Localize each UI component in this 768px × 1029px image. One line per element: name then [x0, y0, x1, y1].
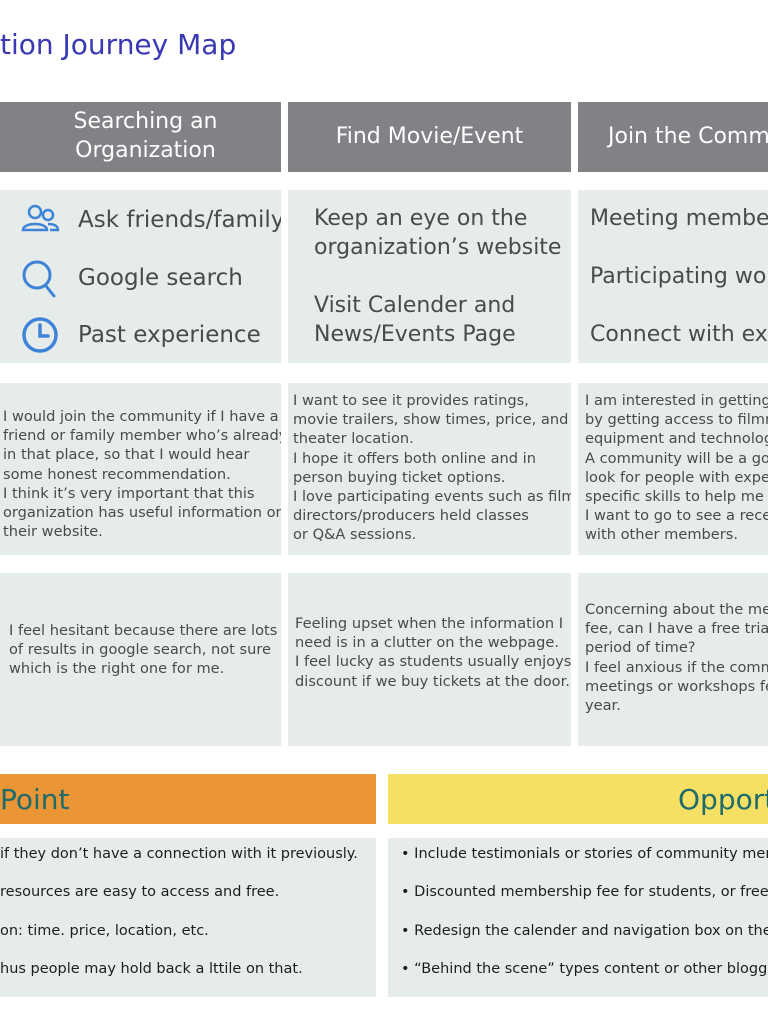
text-line: in that place, so that I would hear	[3, 446, 250, 464]
touchpoint-label: Ask friends/family	[78, 207, 281, 233]
pain-point-item: hus people may hold back a lttile on tha…	[0, 961, 303, 977]
text-line: I think it’s very important that this	[3, 484, 255, 502]
pain-point-list: if they don’t have a connection with it …	[0, 838, 376, 997]
touchpoints-cell-2: Keep an eye on the organization’s websit…	[288, 190, 571, 363]
text-line: with other members.	[585, 526, 739, 544]
touchpoints-cell-3: Meeting member Participating wor Connect…	[578, 190, 768, 363]
text-line: I hope it offers both online and in	[293, 449, 536, 467]
text-line: of results in google search, not sure	[9, 641, 272, 659]
text-line: I feel lucky as students usually enjoys	[295, 653, 571, 671]
text-line: I feel hesitant because there are lots	[9, 622, 278, 639]
feeling-text: I feel hesitant because there are lots of…	[9, 621, 277, 679]
feeling-cell-2: Feeling upset when the information I need…	[288, 573, 571, 746]
opportunity-item: • Discounted membership fee for students…	[401, 884, 768, 900]
text-line: I want to go to see a recen	[585, 507, 768, 525]
text-line: movie trailers, show times, price, and	[293, 411, 569, 429]
touchpoint-line	[590, 233, 768, 262]
text-line: person buying ticket options.	[293, 468, 506, 486]
thinking-cell-1: I would join the community if I have a fr…	[0, 383, 281, 555]
text-line: theater location.	[293, 430, 414, 448]
text-line: period of time?	[585, 639, 696, 657]
feeling-text: Concerning about the me fee, can I have a…	[585, 600, 768, 715]
search-icon	[22, 260, 56, 298]
text-line: I feel anxious if the comm	[585, 658, 768, 676]
stage-header-searching: Searching an Organization	[0, 102, 281, 172]
text-line: A community will be a goo	[585, 449, 768, 467]
touchpoint-label: Google search	[78, 265, 243, 291]
people-icon	[21, 204, 60, 232]
text-line: which is the right one for me.	[9, 660, 225, 678]
text-line: some honest recommendation.	[3, 465, 231, 483]
opportunity-header: Opport	[388, 774, 768, 824]
pain-point-item: resources are easy to access and free.	[0, 884, 280, 900]
text-line: Feeling upset when the information I	[295, 615, 564, 632]
touchpoint-label: Past experience	[78, 322, 261, 348]
touchpoint-line: Visit Calender and	[314, 293, 516, 318]
touchpoint-line	[590, 291, 768, 320]
text-line: fee, can I have a free trial	[585, 620, 768, 638]
text-line: their website.	[3, 523, 103, 541]
text-line: I love participating events such as film	[293, 488, 571, 506]
text-line: I want to see it provides ratings,	[293, 392, 529, 409]
stage-header-find-movie: Find Movie/Event	[288, 102, 571, 172]
text-line: look for people with exper	[585, 468, 768, 486]
thinking-text: I would join the community if I have a fr…	[3, 407, 281, 541]
touchpoint-item: Ask friends/family	[18, 198, 281, 242]
touchpoint-line: News/Events Page	[314, 322, 516, 347]
stage-header-label: Searching an Organization	[73, 109, 218, 163]
stage-header-label: Find Movie/Event	[335, 123, 524, 149]
page-title: tion Journey Map	[0, 28, 237, 61]
pain-point-header: Point	[0, 774, 376, 824]
thinking-cell-3: I am interested in getting by getting acc…	[578, 383, 768, 555]
text-line: specific skills to help me b	[585, 488, 768, 506]
text-line: I am interested in getting	[585, 392, 768, 409]
touchpoint-line: organization’s website	[314, 235, 562, 260]
stage-header-label: Join the Comm	[608, 123, 768, 149]
feeling-text: Feeling upset when the information I need…	[295, 614, 571, 691]
opportunity-list: • Include testimonials or stories of com…	[388, 838, 768, 997]
opportunity-item: • “Behind the scene” types content or ot…	[401, 961, 768, 977]
clock-icon	[22, 317, 58, 353]
opportunity-heading: Opport	[678, 782, 768, 816]
pain-point-item: on: time. price, location, etc.	[0, 923, 209, 939]
touchpoint-line: Keep an eye on the	[314, 206, 528, 231]
thinking-cell-2: I want to see it provides ratings, movie …	[288, 383, 571, 555]
text-line: discount if we buy tickets at the door.	[295, 672, 570, 690]
pain-point-item: if they don’t have a connection with it …	[0, 846, 358, 862]
text-line: or Q&A sessions.	[293, 526, 417, 544]
stage-header-join-community: Join the Comm	[578, 102, 768, 172]
text-line: I would join the community if I have a	[3, 408, 279, 425]
opportunity-item: • Redesign the calender and navigation b…	[401, 923, 768, 939]
touchpoints-cell-1: Ask friends/family Google search Past ex…	[0, 190, 281, 363]
text-line: Concerning about the me	[585, 601, 768, 618]
touchpoint-line	[314, 262, 561, 291]
text-line: year.	[585, 697, 621, 715]
text-line: meetings or workshops fe	[585, 677, 768, 695]
feeling-cell-1: I feel hesitant because there are lots of…	[0, 573, 281, 746]
thinking-text: I am interested in getting by getting acc…	[585, 391, 768, 545]
opportunity-item: • Include testimonials or stories of com…	[401, 846, 768, 862]
text-line: organization has useful information on	[3, 504, 281, 522]
touchpoint-item: Google search	[18, 256, 243, 300]
touchpoint-line: Connect with exp	[590, 322, 768, 347]
touchpoint-item: Past experience	[18, 313, 261, 357]
touchpoint-line: Participating wor	[590, 264, 768, 289]
text-line: friend or family member who’s already	[3, 427, 281, 445]
thinking-text: I want to see it provides ratings, movie …	[293, 391, 571, 545]
pain-point-heading: Point	[0, 782, 70, 816]
text-line: equipment and technolog	[585, 430, 768, 448]
text-line: by getting access to filmm	[585, 411, 768, 429]
text-line: need is in a clutter on the webpage.	[295, 634, 559, 652]
text-line: directors/producers held classes	[293, 507, 529, 525]
touchpoint-line: Meeting member	[590, 206, 768, 231]
feeling-cell-3: Concerning about the me fee, can I have a…	[578, 573, 768, 746]
